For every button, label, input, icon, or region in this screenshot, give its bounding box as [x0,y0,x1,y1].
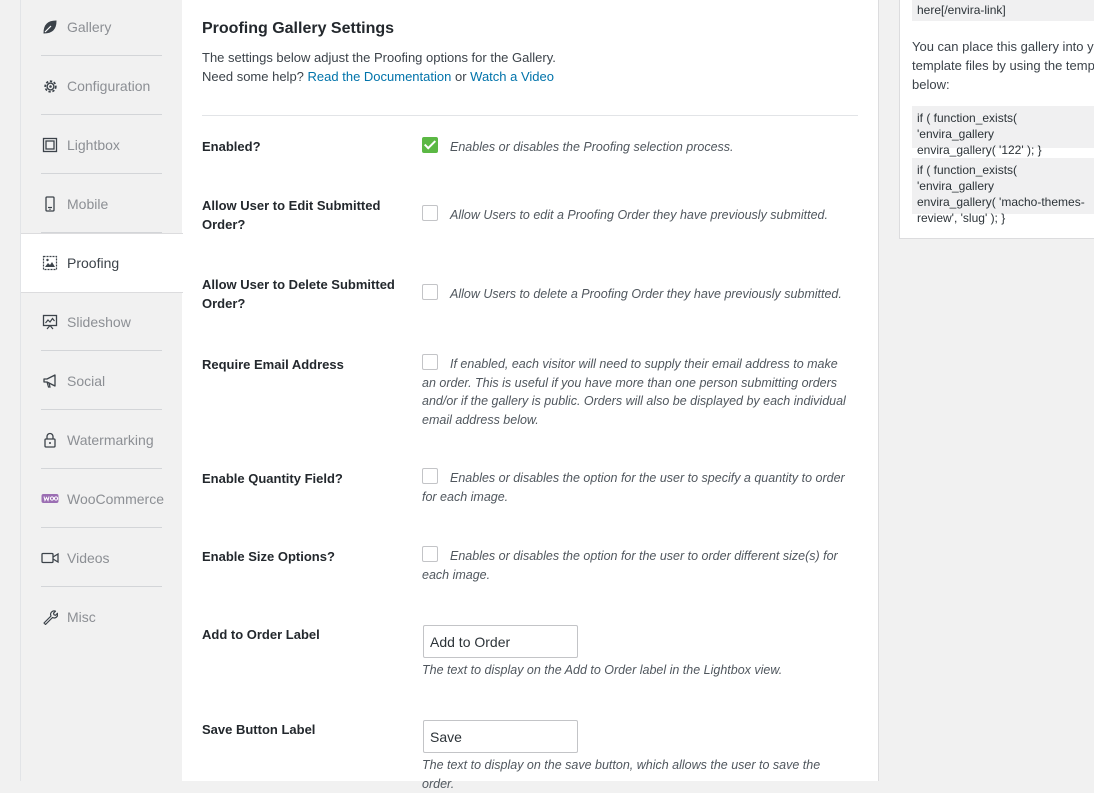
page-title: Proofing Gallery Settings [202,20,395,37]
template-instructions: You can place this gallery into yo templ… [912,39,1094,92]
tab-label: Proofing [67,255,120,271]
slideshow-icon [41,313,59,331]
woocommerce-icon [41,490,59,508]
quantity-description: Enables or disables the option for the u… [422,471,845,504]
tab-watermarking[interactable]: Watermarking [21,411,182,469]
require-email-label: Require Email Address [202,357,344,372]
enabled-checkbox[interactable] [422,137,438,153]
tab-label: WooCommerce [67,491,164,507]
proofing-icon [41,254,59,272]
size-options-field: Enables or disables the option for the u… [422,546,852,584]
tab-label: Watermarking [67,432,154,448]
require-email-checkbox[interactable] [422,354,438,370]
enabled-field: Enables or disables the Proofing selecti… [422,137,852,157]
tab-misc[interactable]: Misc [21,588,182,646]
allow-delete-label: Allow User to Delete Submitted Order? [202,277,395,311]
leaf-icon [41,18,59,36]
settings-description: The settings below adjust the Proofing o… [202,50,556,84]
add-to-order-label: Add to Order Label [202,627,320,642]
save-button-label: Save Button Label [202,722,316,737]
allow-delete-checkbox[interactable] [422,284,438,300]
proofing-settings-panel: Proofing Gallery Settings The settings b… [182,0,879,791]
tab-lightbox[interactable]: Lightbox [21,116,182,174]
template-code-id[interactable]: if ( function_exists( 'envira_gallery en… [912,106,1094,157]
enabled-label: Enabled? [202,139,261,154]
allow-delete-description: Allow Users to delete a Proofing Order t… [450,287,842,301]
quantity-label: Enable Quantity Field? [202,471,343,486]
require-email-field: If enabled, each visitor will need to su… [422,354,852,429]
tab-woocommerce[interactable]: WooCommerce [21,470,182,528]
tab-label: Slideshow [67,314,131,330]
allow-edit-label: Allow User to Edit Submitted Order? [202,198,381,232]
save-button-input[interactable] [423,720,578,753]
tab-proofing[interactable]: Proofing [21,233,183,293]
gear-icon [41,77,59,95]
tab-label: Gallery [67,19,112,35]
gallery-code-box: here[/envira-link] You can place this ga… [899,0,1094,239]
save-button-help: The text to display on the save button, … [422,758,821,791]
divider [202,115,858,116]
lock-icon [41,431,59,449]
tab-configuration[interactable]: Configuration [21,57,182,115]
allow-delete-field: Allow Users to delete a Proofing Order t… [422,284,852,304]
tab-label: Configuration [67,78,151,94]
tab-videos[interactable]: Videos [21,529,182,587]
allow-edit-field: Allow Users to edit a Proofing Order the… [422,205,852,225]
allow-edit-description: Allow Users to edit a Proofing Order the… [450,208,828,222]
wrench-icon [41,608,59,626]
tab-social[interactable]: Social [21,352,182,410]
lightbox-icon [41,136,59,154]
tab-mobile[interactable]: Mobile [21,175,182,233]
megaphone-icon [41,372,59,390]
tab-label: Social [67,373,106,389]
size-options-description: Enables or disables the option for the u… [422,549,838,582]
add-to-order-input[interactable] [423,625,578,658]
require-email-description: If enabled, each visitor will need to su… [422,357,846,427]
quantity-checkbox[interactable] [422,468,438,484]
tab-label: Mobile [67,196,109,212]
mobile-icon [41,195,59,213]
tab-label: Videos [67,550,110,566]
tab-label: Lightbox [67,137,120,153]
watch-video-link[interactable]: Watch a Video [470,69,554,84]
settings-tabs: Gallery Configuration Lightbox Mobile Pr… [20,0,183,781]
template-code-slug[interactable]: if ( function_exists( 'envira_gallery en… [912,158,1094,225]
enabled-description: Enables or disables the Proofing selecti… [450,140,734,154]
shortcode-snippet[interactable]: here[/envira-link] [912,0,1094,21]
documentation-link[interactable]: Read the Documentation [308,69,452,84]
tab-label: Misc [67,609,96,625]
video-icon [41,549,59,567]
tab-gallery[interactable]: Gallery [21,0,182,56]
size-options-label: Enable Size Options? [202,549,335,564]
size-options-checkbox[interactable] [422,546,438,562]
quantity-field: Enables or disables the option for the u… [422,468,852,506]
allow-edit-checkbox[interactable] [422,205,438,221]
tab-slideshow[interactable]: Slideshow [21,293,182,351]
add-to-order-help: The text to display on the Add to Order … [422,663,783,677]
